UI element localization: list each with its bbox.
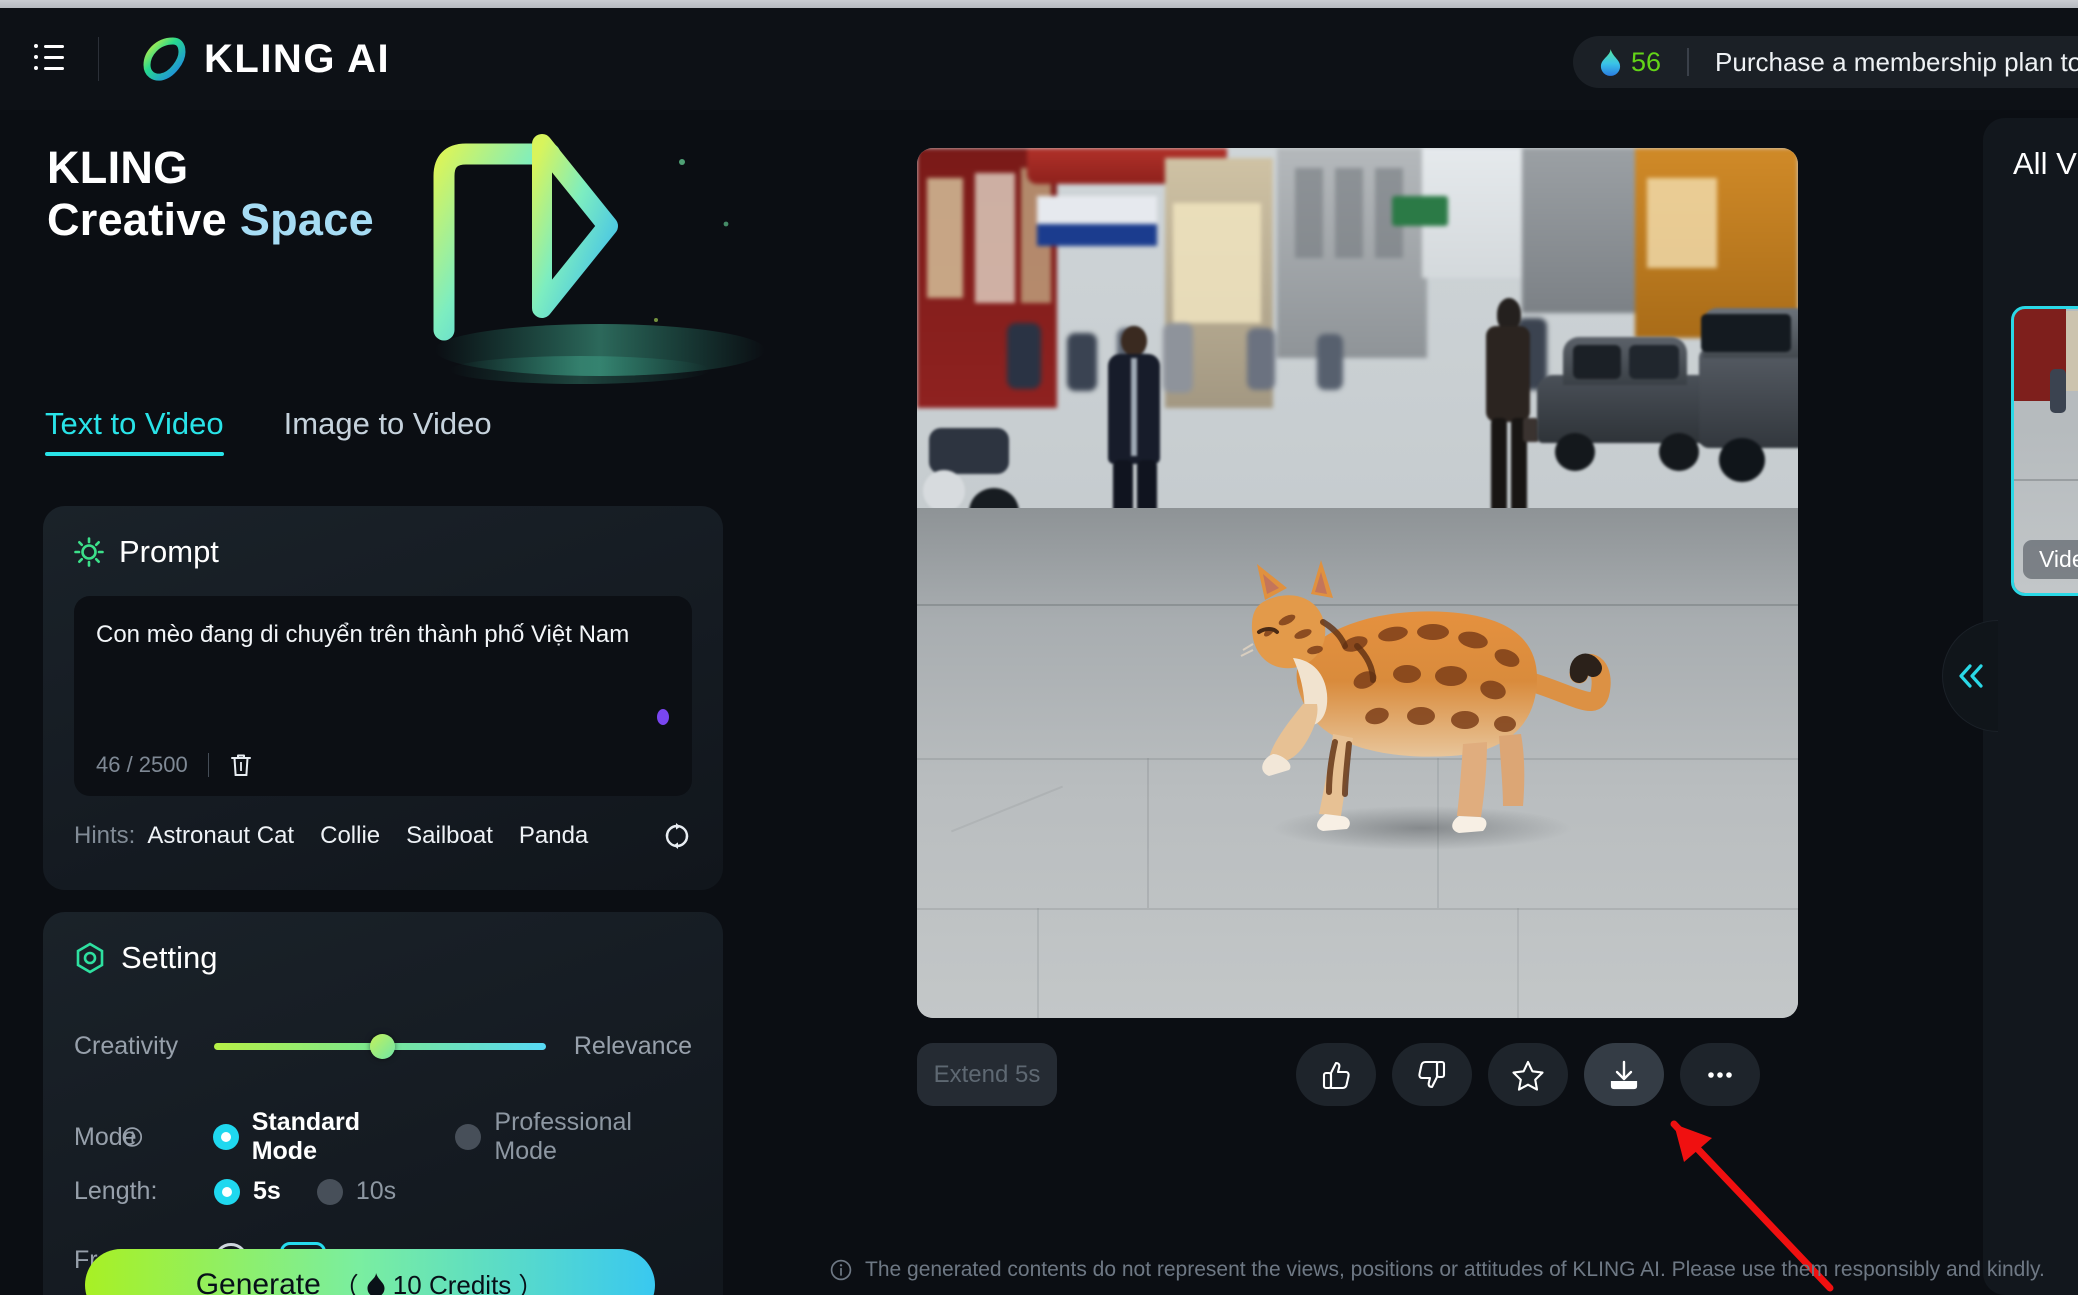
page-title: KLING Creative Space [47,142,374,246]
radio-standard-mode[interactable] [212,1124,239,1150]
creativity-relevance-row: Creativity Relevance [74,1032,692,1061]
prompt-input[interactable]: Con mèo đang di chuyển trên thành phố Vi… [74,596,692,796]
video-thumbnail-item[interactable]: Video [2011,306,2078,596]
setting-card-title: Setting [121,940,218,975]
generate-label: Generate [195,1268,321,1295]
creativity-slider[interactable] [214,1034,546,1059]
membership-promo-link[interactable]: Purchase a membership plan to get credi [1715,47,2078,78]
hint-panda[interactable]: Panda [519,822,588,850]
hero-line-1: KLING [47,142,189,193]
credits-amount: 56 [1631,46,1662,77]
radio-length-5s[interactable] [214,1178,240,1205]
brightness-sun-icon [74,537,104,567]
info-icon[interactable] [122,1126,143,1148]
hints-label: Hints: [74,822,136,849]
generate-cost: （ 10 Credits ） [332,1267,545,1295]
hamburger-list-icon[interactable] [34,44,68,74]
like-button[interactable] [1296,1043,1376,1106]
setting-card: Setting Creativity Relevance Mode Standa… [43,912,723,1295]
video-cat-subject [1240,560,1611,850]
left-control-panel: KLING Creative Space Text to Video Image… [0,110,800,1295]
hint-sailboat[interactable]: Sailboat [406,822,493,850]
hero-line-2: Creative Space [47,194,374,246]
hint-collie[interactable]: Collie [320,822,380,850]
length-option-5s-label: 5s [253,1177,281,1205]
credits-pill[interactable]: 56 Purchase a membership plan to get cre… [1573,36,2078,88]
brand-name: KLING AI [204,36,391,81]
length-row: Length: 5s 10s [74,1177,432,1206]
video-action-bar: Extend 5s [917,1043,1798,1117]
prompt-cursor-indicator [657,709,669,725]
disclaimer-footer: The generated contents do not represent … [830,1258,2045,1282]
video-preview[interactable]: Download with Watermark Buy Membership D… [917,148,1798,1018]
browser-chrome-strip [0,0,2078,8]
ellipsis-icon [1708,1071,1732,1078]
mode-row: Mode Standard Mode Professional Mode [74,1108,723,1166]
prompt-input-value: Con mèo đang di chuyển trên thành phố Vi… [96,621,630,648]
disclaimer-text: The generated contents do not represent … [865,1258,2045,1281]
length-label: Length: [74,1177,158,1205]
trash-icon[interactable] [229,752,253,778]
creativity-slider-thumb[interactable] [369,1034,395,1059]
collapse-panel-button[interactable] [1942,620,1998,732]
favorite-button[interactable] [1488,1043,1568,1106]
hero-line-2-blue: Space [239,193,374,245]
radio-length-10s[interactable] [316,1178,343,1205]
generate-cost-open: （ [332,1271,359,1295]
prompt-card: Prompt Con mèo đang di chuyển trên thành… [43,506,723,890]
thumbs-up-icon [1322,1061,1350,1089]
prompt-hints: Hints: Astronaut Cat Collie Sailboat Pan… [74,821,692,851]
thumbnail-type-badge: Video [2023,540,2078,579]
prompt-footer: 46 / 2500 [96,752,253,778]
mode-option-professional-label: Professional Mode [494,1108,632,1165]
download-button[interactable] [1584,1043,1664,1106]
length-option-5s[interactable]: 5s [214,1177,281,1206]
hero-line-2-white: Creative [47,193,240,245]
setting-card-header: Setting [43,912,723,976]
length-option-10s[interactable]: 10s [316,1177,397,1206]
generate-cost-value: 10 Credits [392,1269,512,1295]
flame-icon [1600,48,1621,76]
flame-icon [367,1273,385,1295]
length-option-10s-label: 10s [355,1177,397,1205]
tab-image-to-video[interactable]: Image to Video [284,406,492,456]
hexagon-settings-icon [76,942,104,974]
creativity-label: Creativity [74,1032,179,1060]
all-videos-title: All Vide [2013,146,2078,181]
prompt-card-title: Prompt [119,534,219,569]
thumbs-down-icon [1418,1060,1446,1088]
kling-infinity-logo-icon [143,37,186,81]
mode-option-standard[interactable]: Standard Mode [212,1108,420,1166]
radio-professional-mode[interactable] [455,1124,482,1150]
brand-logo[interactable]: KLING AI [141,36,390,82]
more-button[interactable] [1680,1043,1760,1106]
extend-5s-button[interactable]: Extend 5s [917,1043,1057,1106]
video-parked-car [1537,333,1717,473]
star-icon [1512,1060,1544,1091]
hint-astronaut-cat[interactable]: Astronaut Cat [147,822,294,850]
mode-tabs: Text to Video Image to Video [45,406,492,456]
mode-option-professional[interactable]: Professional Mode [455,1108,687,1166]
generate-cost-close: ） [518,1271,545,1295]
pill-divider [1687,48,1690,76]
chevron-double-left-icon [1958,664,1983,688]
dislike-button[interactable] [1392,1043,1472,1106]
video-parked-car [1699,308,1798,483]
info-icon [830,1259,852,1281]
hero-play-decoration-icon [433,134,765,384]
mode-option-standard-label: Standard Mode [251,1108,361,1165]
generate-button[interactable]: Generate （ 10 Credits ） [85,1249,655,1295]
header-divider [98,37,99,81]
app-header: KLING AI 56 Purchase a membership plan t… [0,8,2078,110]
download-icon [1610,1060,1638,1089]
kling-ai-app: KLING AI 56 Purchase a membership plan t… [0,0,2078,1295]
tab-text-to-video[interactable]: Text to Video [45,406,224,456]
refresh-icon[interactable] [662,821,692,851]
mode-label: Mode [74,1122,137,1151]
character-counter: 46 / 2500 [96,752,188,777]
relevance-label: Relevance [573,1032,692,1060]
prompt-footer-divider [207,753,209,777]
prompt-card-header: Prompt [43,506,723,570]
